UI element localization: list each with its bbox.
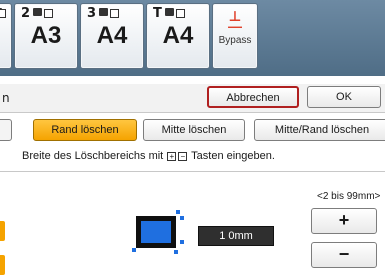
tray-number: T	[153, 6, 162, 21]
tray-paper-size: A4	[162, 22, 194, 49]
decrease-button[interactable]: −	[311, 242, 377, 268]
erase-frame	[136, 216, 176, 248]
divider	[0, 171, 385, 172]
tab-mitte-rand-loeschen[interactable]: Mitte/Rand löschen	[254, 119, 385, 141]
paper-orientation-icon	[176, 9, 185, 18]
cancel-button[interactable]: Abbrechen	[207, 86, 299, 108]
paper-tray-2[interactable]: 2 A3	[14, 3, 78, 69]
value-range-hint: <2 bis 99mm>	[317, 191, 381, 202]
previous-option-button[interactable]	[0, 119, 12, 141]
increase-button[interactable]: +	[311, 208, 377, 234]
paper-orientation-icon	[110, 9, 119, 18]
tray-number: 2	[21, 6, 31, 21]
tab-rand-loeschen[interactable]: Rand löschen	[33, 119, 137, 141]
erase-area	[141, 221, 171, 243]
erase-width-value: 1 0mm	[198, 226, 274, 246]
paper-orientation-icon	[0, 9, 6, 18]
corner-marker-icon	[132, 248, 136, 252]
plus-key-icon: +	[167, 151, 177, 161]
partial-option-button[interactable]	[0, 221, 5, 241]
tray-number: 3	[87, 6, 97, 21]
paper-orientation-icon	[44, 9, 53, 18]
tray-paper-size: A3	[30, 22, 62, 49]
paper-tray-lct[interactable]: T A4	[146, 3, 210, 69]
minus-key-icon: −	[178, 151, 188, 161]
corner-marker-icon	[174, 250, 178, 254]
tab-mitte-loeschen[interactable]: Mitte löschen	[143, 119, 245, 141]
paper-tray-bar: 2 A3 3 A4 T A4 ⊥ ▔▔ Bypass	[0, 0, 385, 76]
erase-area-preview-icon	[132, 210, 188, 254]
bypass-label: Bypass	[218, 35, 252, 46]
paper-tray-icon	[99, 8, 108, 16]
corner-marker-icon	[180, 240, 184, 244]
paper-tray-icon	[33, 8, 42, 16]
instruction-suffix: Tasten eingeben.	[191, 150, 275, 162]
instruction-text: Breite des Löschbereichs mit + − Tasten e…	[22, 150, 275, 162]
header-title-fragment: n	[2, 91, 10, 105]
dialog-header: n Abbrechen OK	[0, 84, 385, 113]
paper-tray-3[interactable]: 3 A4	[80, 3, 144, 69]
ok-button[interactable]: OK	[307, 86, 381, 108]
corner-marker-icon	[180, 216, 184, 220]
partial-option-button[interactable]	[0, 255, 5, 275]
paper-tray-1[interactable]	[0, 3, 12, 69]
bypass-tray-button[interactable]: ⊥ ▔▔ Bypass	[212, 3, 258, 69]
instruction-prefix: Breite des Löschbereichs mit	[22, 150, 164, 162]
tray-paper-size: A4	[96, 22, 128, 49]
paper-tray-icon	[165, 8, 174, 16]
corner-marker-icon	[176, 210, 180, 214]
